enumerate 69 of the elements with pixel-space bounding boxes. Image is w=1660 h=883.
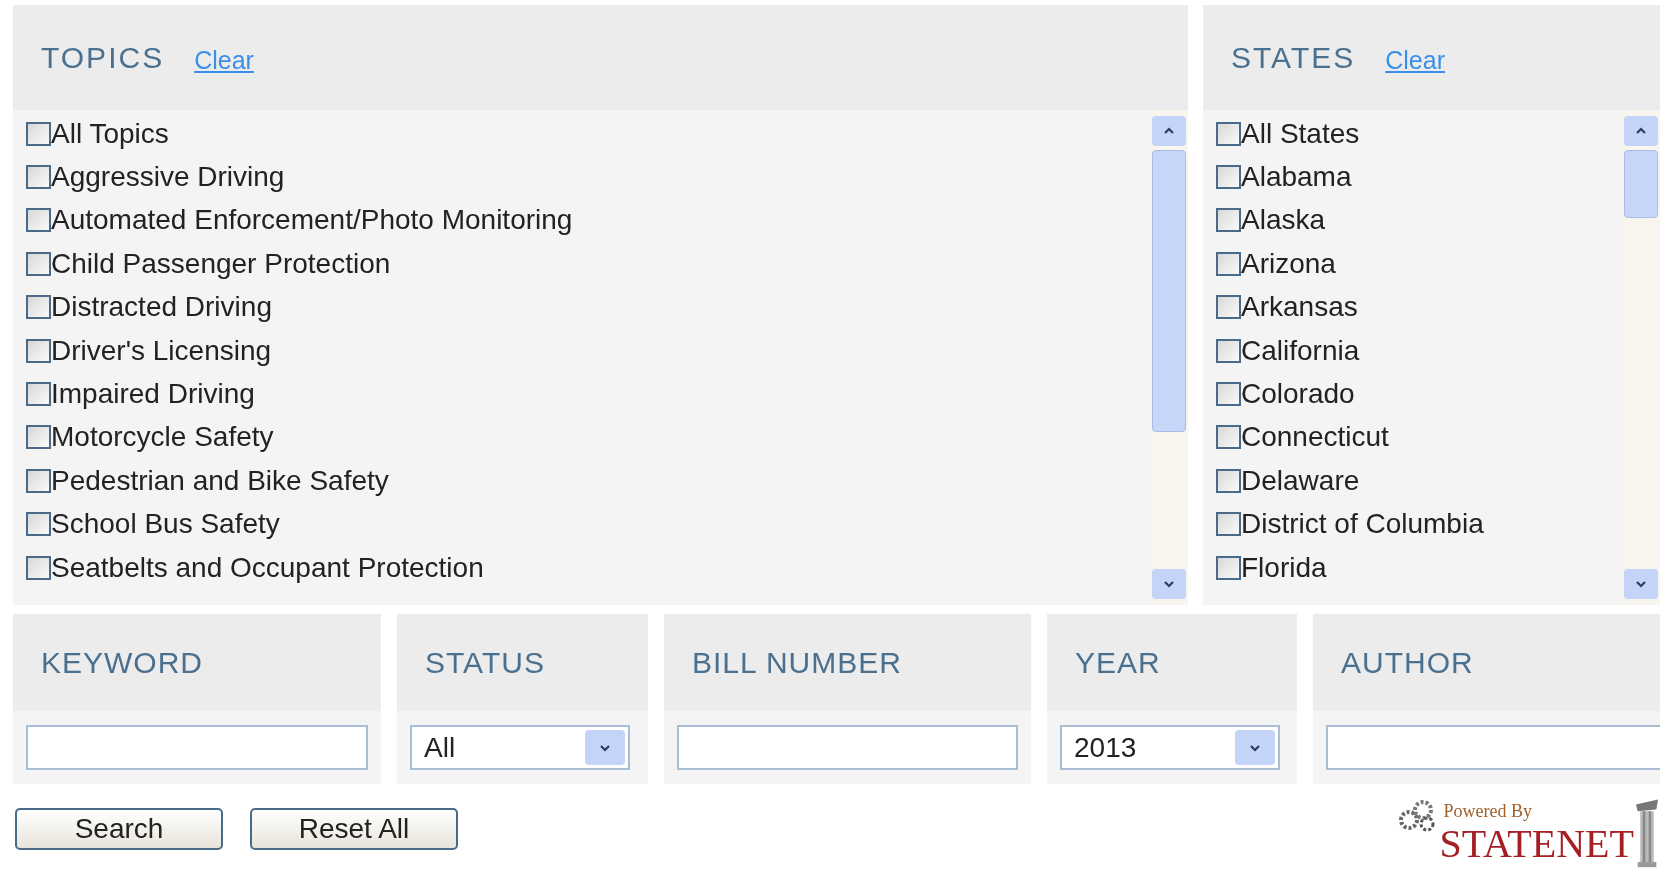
checkbox[interactable]	[1216, 468, 1241, 493]
checkbox[interactable]	[26, 512, 51, 537]
form-button[interactable]: Reset All	[250, 808, 458, 850]
checkbox[interactable]	[1216, 512, 1241, 537]
form-button[interactable]: Search	[15, 808, 223, 850]
checkbox-label: Seatbelts and Occupant Protection	[51, 553, 484, 582]
pillar-icon	[1634, 796, 1660, 868]
checkbox[interactable]	[1216, 295, 1241, 320]
checkbox-label: District of Columbia	[1241, 510, 1484, 539]
checkbox-label: Automated Enforcement/Photo Monitoring	[51, 206, 573, 235]
dropdown[interactable]: 2013	[1060, 725, 1280, 770]
checkbox[interactable]	[26, 338, 51, 363]
checkbox[interactable]	[1216, 338, 1241, 363]
scroll-down-button[interactable]	[1152, 569, 1186, 599]
panel-title: STATES	[1231, 40, 1356, 76]
logo-name: STATENET	[1439, 824, 1634, 864]
checkbox[interactable]	[1216, 121, 1241, 146]
filter-label: STATUS	[425, 645, 545, 681]
filter-label: KEYWORD	[41, 645, 203, 681]
checkbox-label: School Bus Safety	[51, 510, 280, 539]
checkbox-label: Pedestrian and Bike Safety	[51, 466, 389, 495]
checkbox[interactable]	[26, 382, 51, 407]
checkbox-label: Florida	[1241, 553, 1327, 582]
scroll-up-button[interactable]	[1624, 116, 1658, 146]
checkbox[interactable]	[26, 425, 51, 450]
checkbox[interactable]	[1216, 425, 1241, 450]
checkbox-label: Distracted Driving	[51, 293, 272, 322]
checkbox-label: All Topics	[51, 119, 169, 148]
checkbox-label: All States	[1241, 119, 1360, 148]
text-field[interactable]	[26, 725, 368, 770]
checkbox[interactable]	[1216, 251, 1241, 276]
checkbox[interactable]	[26, 165, 51, 190]
scroll-down-button[interactable]	[1624, 569, 1658, 599]
checkbox-label: California	[1241, 336, 1360, 365]
checkbox-label: Colorado	[1241, 380, 1355, 409]
scroll-thumb[interactable]	[1624, 150, 1658, 218]
scroll-up-button[interactable]	[1152, 116, 1186, 146]
filter-label: BILL NUMBER	[692, 645, 902, 681]
chevron-down-icon	[1235, 730, 1275, 765]
checkbox-label: Arizona	[1241, 249, 1336, 278]
checkbox-label: Alaska	[1241, 206, 1326, 235]
filter-label: YEAR	[1075, 645, 1161, 681]
checkbox[interactable]	[26, 295, 51, 320]
checkbox[interactable]	[26, 251, 51, 276]
panel-title: TOPICS	[41, 40, 165, 76]
checkbox-label: Motorcycle Safety	[51, 423, 274, 452]
checkbox[interactable]	[26, 468, 51, 493]
checkbox-label: Impaired Driving	[51, 380, 255, 409]
checkbox[interactable]	[1216, 382, 1241, 407]
dropdown[interactable]: All	[410, 725, 630, 770]
checkbox[interactable]	[26, 208, 51, 233]
checkbox[interactable]	[26, 555, 51, 580]
checkbox[interactable]	[1216, 555, 1241, 580]
checkbox[interactable]	[1216, 165, 1241, 190]
text-field[interactable]	[677, 725, 1018, 770]
filter-label: AUTHOR	[1341, 645, 1474, 681]
checkbox-label: Connecticut	[1241, 423, 1389, 452]
checkbox[interactable]	[26, 121, 51, 146]
checkbox[interactable]	[1216, 208, 1241, 233]
checkbox-label: Delaware	[1241, 466, 1360, 495]
checkbox-label: Alabama	[1241, 163, 1352, 192]
checkbox-label: Arkansas	[1241, 293, 1358, 322]
logo-tagline: Powered By	[1443, 802, 1532, 820]
checkbox-label: Aggressive Driving	[51, 163, 285, 192]
chevron-down-icon	[585, 730, 625, 765]
scroll-thumb[interactable]	[1152, 150, 1186, 432]
checkbox-label: Driver's Licensing	[51, 336, 272, 365]
text-field[interactable]	[1326, 725, 1660, 770]
checkbox-label: Child Passenger Protection	[51, 249, 391, 278]
